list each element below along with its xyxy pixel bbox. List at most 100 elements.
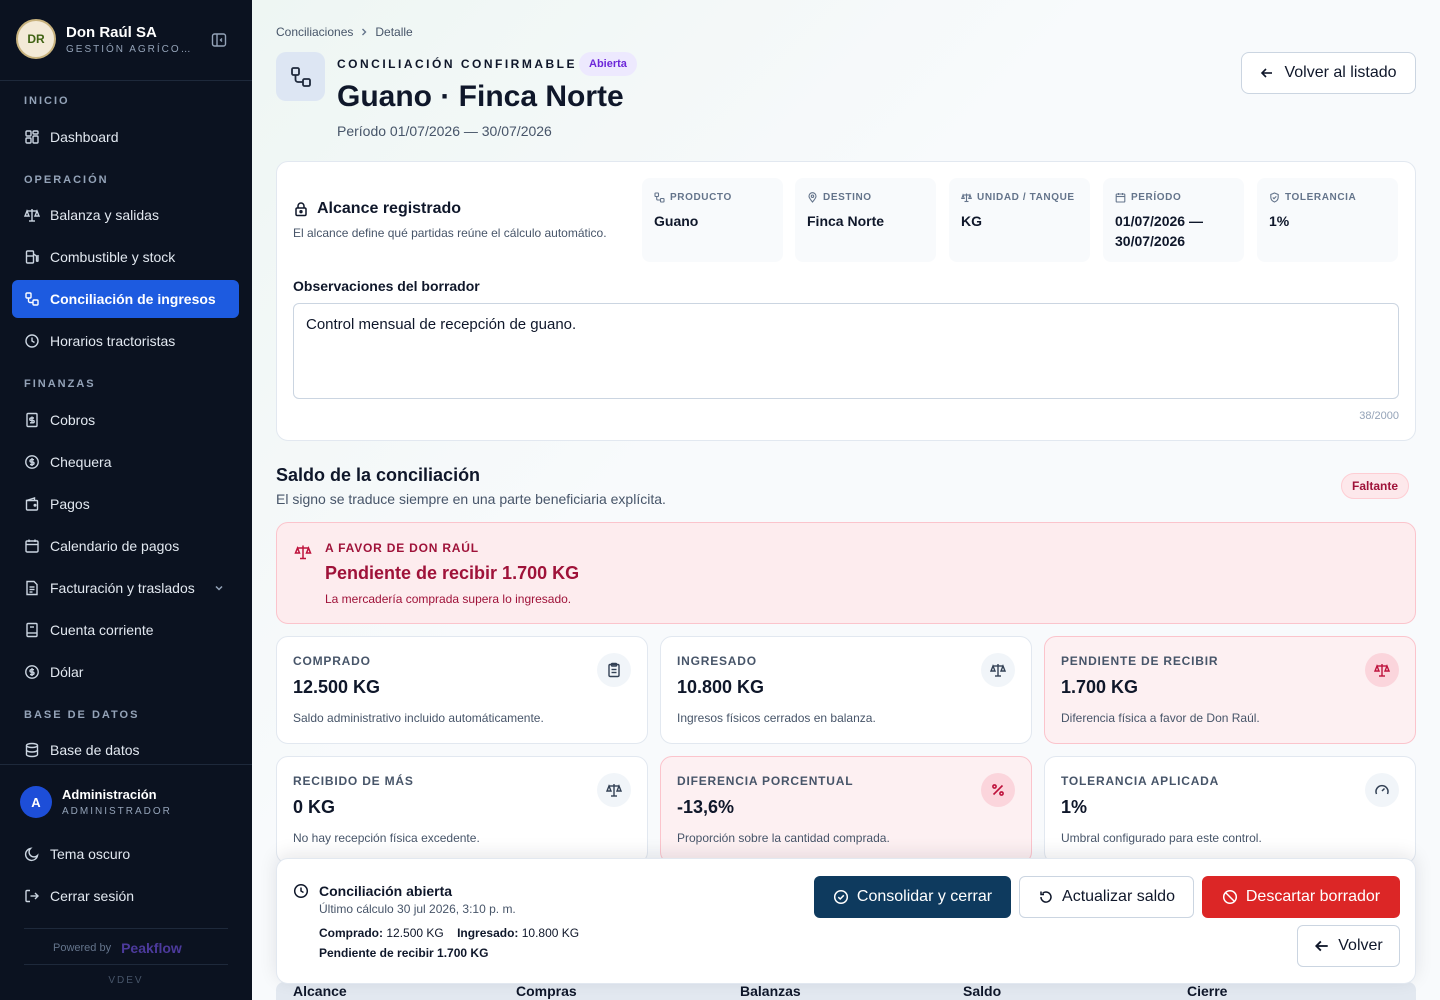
sidebar-item-horarios[interactable]: Horarios tractoristas <box>12 322 239 360</box>
lock-icon <box>293 201 309 217</box>
logout-label: Cerrar sesión <box>50 888 135 904</box>
column-header: Saldo <box>963 983 1002 999</box>
scale-icon <box>1365 653 1399 687</box>
action-bar: Conciliación abierta Último cálculo 30 j… <box>276 858 1416 984</box>
brand-name: Don Raúl SA <box>66 24 157 41</box>
sidebar-item-cobros[interactable]: Cobros <box>12 401 239 439</box>
scale-icon <box>294 543 312 561</box>
sidebar-item-facturacion[interactable]: Facturación y traslados <box>12 569 239 607</box>
column-header: Compras <box>516 983 577 999</box>
stat-label: INGRESADO <box>677 654 757 668</box>
powered-by: Powered by Peakflow <box>53 940 182 956</box>
percent-icon <box>981 773 1015 807</box>
sidebar-item-balanza[interactable]: Balanza y salidas <box>12 196 239 234</box>
stat-label: DIFERENCIA PORCENTUAL <box>677 774 854 788</box>
clock-icon <box>24 333 40 349</box>
dashboard-icon <box>24 129 40 145</box>
scope-title: Alcance registrado <box>293 200 461 218</box>
sidebar-item-label: Chequera <box>50 454 112 470</box>
refresh-balance-button[interactable]: Actualizar saldo <box>1019 876 1194 918</box>
sidebar-item-combustible[interactable]: Combustible y stock <box>12 238 239 276</box>
saldo-subtitle: El signo se traduce siempre en una parte… <box>276 491 666 507</box>
stat-description: Proporción sobre la cantidad comprada. <box>677 831 890 845</box>
back-label: Volver <box>1338 937 1383 954</box>
breadcrumb-parent[interactable]: Conciliaciones <box>276 25 353 39</box>
chip-value: Finca Norte <box>807 213 885 229</box>
sidebar-item-conciliacion[interactable]: Conciliación de ingresos <box>12 280 239 318</box>
stat-value: -13,6% <box>677 797 735 817</box>
stat-card-recibido-de-mas: RECIBIDO DE MÁS 0 KG No hay recepción fí… <box>276 756 648 864</box>
wallet-icon <box>24 496 40 512</box>
sidebar-item-dolar[interactable]: Dólar <box>12 653 239 691</box>
sidebar-item-label: Base de datos <box>50 742 140 758</box>
chip-label: PRODUCTO <box>670 192 732 203</box>
section-title-finanzas: FINANZAS <box>24 378 96 390</box>
scale-icon <box>597 773 631 807</box>
stat-value: 1% <box>1061 797 1088 817</box>
back-button[interactable]: Volver <box>1297 925 1400 967</box>
logout-icon <box>24 888 40 904</box>
sidebar-item-calendario[interactable]: Calendario de pagos <box>12 527 239 565</box>
observations-textarea[interactable]: Control mensual de recepción de guano. <box>293 303 1399 399</box>
action-bar-title: Conciliación abierta <box>319 883 453 899</box>
comprado-label: Comprado: <box>319 926 383 940</box>
ledger-icon <box>24 622 40 638</box>
scope-card: Alcance registrado El alcance define qué… <box>276 161 1416 441</box>
discard-draft-button[interactable]: Descartar borrador <box>1202 876 1400 918</box>
sidebar-divider <box>0 764 252 765</box>
user-role: ADMINISTRADOR <box>62 806 172 817</box>
stat-description: Diferencia física a favor de Don Raúl. <box>1061 711 1260 725</box>
stat-description: Umbral configurado para este control. <box>1061 831 1262 845</box>
arrow-left-icon <box>1260 66 1274 80</box>
main-content: Conciliaciones Detalle CONCILIACIÓN CONF… <box>252 0 1440 1000</box>
page-title: Guano · Finca Norte <box>337 80 624 113</box>
sidebar-item-label: Conciliación de ingresos <box>50 291 216 307</box>
sidebar-item-cuenta-corriente[interactable]: Cuenta corriente <box>12 611 239 649</box>
back-to-list-button[interactable]: Volver al listado <box>1241 52 1416 94</box>
stat-card-ingresado: INGRESADO 10.800 KG Ingresos físicos cer… <box>660 636 1032 744</box>
breadcrumb: Conciliaciones Detalle <box>276 25 413 39</box>
receipt-icon <box>24 412 40 428</box>
column-header: Alcance <box>293 983 347 999</box>
column-header: Cierre <box>1187 983 1228 999</box>
avatar[interactable]: A <box>20 786 52 818</box>
status-badge: Faltante <box>1341 473 1410 499</box>
stat-card-pendiente: PENDIENTE DE RECIBIR 1.700 KG Diferencia… <box>1044 636 1416 744</box>
check-circle-icon <box>833 889 849 905</box>
chip-value: Guano <box>654 213 699 229</box>
sidebar-item-pagos[interactable]: Pagos <box>12 485 239 523</box>
stat-label: TOLERANCIA APLICADA <box>1061 774 1220 788</box>
stat-card-comprado: COMPRADO 12.500 KG Saldo administrativo … <box>276 636 648 744</box>
sidebar-item-label: Pagos <box>50 496 90 512</box>
sidebar-collapse-icon[interactable] <box>210 31 228 49</box>
stat-label: RECIBIDO DE MÁS <box>293 774 414 788</box>
scope-chip-periodo: PERÍODO 01/07/2026 — 30/07/2026 <box>1103 178 1244 262</box>
stat-value: 12.500 KG <box>293 677 381 697</box>
sidebar-item-label: Dashboard <box>50 129 119 145</box>
page-period: Período 01/07/2026 — 30/07/2026 <box>337 123 552 139</box>
saldo-title: Saldo de la conciliación <box>276 465 481 485</box>
chevron-down-icon <box>213 582 225 594</box>
refresh-label: Actualizar saldo <box>1062 888 1175 905</box>
logout-button[interactable]: Cerrar sesión <box>24 888 134 904</box>
sidebar-item-label: Cuenta corriente <box>50 622 154 638</box>
gauge-icon <box>1365 773 1399 807</box>
sidebar-item-chequera[interactable]: Chequera <box>12 443 239 481</box>
stat-card-tolerancia: TOLERANCIA APLICADA 1% Umbral configurad… <box>1044 756 1416 864</box>
consolidate-label: Consolidar y cerrar <box>856 888 993 905</box>
ban-icon <box>1222 889 1238 905</box>
sidebar-item-dashboard[interactable]: Dashboard <box>12 118 239 156</box>
theme-toggle[interactable]: Tema oscuro <box>24 846 130 862</box>
section-title-operacion: OPERACIÓN <box>24 174 109 186</box>
scale-icon <box>981 653 1015 687</box>
peakflow-logo: Peakflow <box>121 940 182 956</box>
sidebar-divider <box>24 964 228 965</box>
action-bar-subtitle: Último cálculo 30 jul 2026, 3:10 p. m. <box>319 902 516 916</box>
consolidate-button[interactable]: Consolidar y cerrar <box>814 876 1011 918</box>
moon-icon <box>24 846 40 862</box>
chip-value: 1% <box>1269 213 1290 229</box>
calendar-icon <box>1115 192 1126 203</box>
comprado-value: 12.500 KG <box>386 926 444 940</box>
scope-chip-unidad: UNIDAD / TANQUE KG <box>949 178 1090 262</box>
ingresado-value: 10.800 KG <box>521 926 580 940</box>
